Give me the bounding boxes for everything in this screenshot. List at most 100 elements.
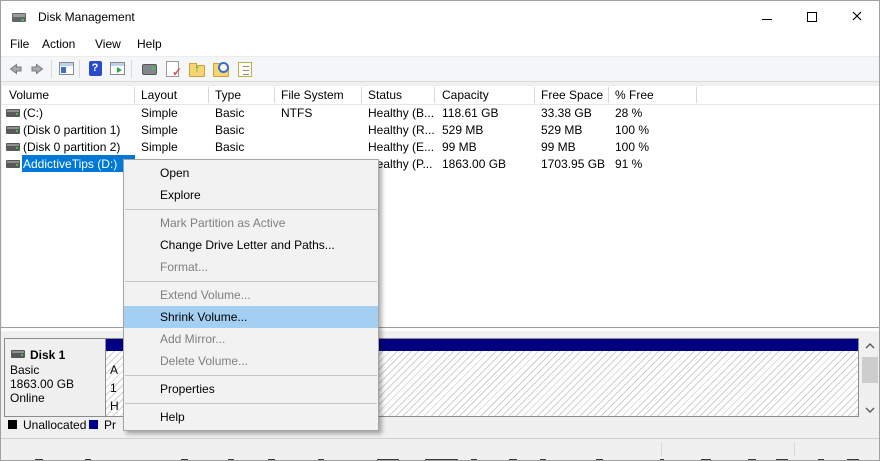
menu-item-mark-partition-as-active: Mark Partition as Active [124,212,378,234]
menu-item-extend-volume: Extend Volume... [124,284,378,306]
menu-separator [124,278,378,284]
menu-separator [124,372,378,378]
list-header: Volume Layout Type File System Status Capacit… [2,86,879,105]
menu-item-delete-volume: Delete Volume... [124,350,378,372]
volume-row[interactable]: (Disk 0 partition 1)SimpleBasicHealthy (… [2,121,879,138]
menu-item-help[interactable]: Help [124,406,378,428]
task-list-icon[interactable] [236,60,254,78]
action-pane-icon[interactable] [109,60,127,78]
disk-drive-icon [11,9,27,25]
cell-volume: (C:) [23,106,43,120]
scroll-up-button[interactable] [862,338,878,354]
header-separator [434,87,435,103]
vertical-scrollbar[interactable] [862,338,878,418]
menu-item-change-drive-letter-and-paths[interactable]: Change Drive Letter and Paths... [124,234,378,256]
forward-icon[interactable] [29,60,47,78]
disk-icon [11,350,25,358]
cell-volume: AddictiveTips (D:) [23,157,117,171]
console-tree-icon[interactable] [58,60,76,78]
legend-label-unallocated: Unallocated [23,418,86,432]
menu-help[interactable]: Help [137,37,162,51]
menu-item-open[interactable]: Open [124,162,378,184]
cell-volume: (Disk 0 partition 1) [23,123,120,137]
volume-disk-icon [6,109,20,117]
column-header-volume[interactable]: Volume [9,88,49,102]
close-button[interactable] [834,1,879,32]
disk-name: Disk 1 [30,348,65,362]
volume-disk-icon [6,160,20,168]
cell-pct-free: 28 % [615,106,642,120]
volume-row[interactable]: (C:)SimpleBasicNTFSHealthy (B...118.61 G… [2,104,879,121]
toolbar: ? ✓ ↑ [1,56,879,82]
scroll-thumb[interactable] [862,357,878,383]
menu-file[interactable]: File [10,37,29,51]
menu-action[interactable]: Action [42,37,75,51]
device-monitor-icon[interactable] [140,60,158,78]
maximize-button[interactable] [789,1,834,32]
minimize-button[interactable] [744,1,789,32]
cell-capacity: 529 MB [442,123,483,137]
header-separator [534,87,535,103]
menu-separator [124,206,378,212]
toolbar-separator [131,60,132,78]
check-document-icon[interactable]: ✓ [164,60,182,78]
disk-management-window: Disk Management FileActionViewHelp ?✓↑ V… [0,0,880,461]
menu-item-add-mirror: Add Mirror... [124,328,378,350]
legend-swatch-unallocated [8,420,17,429]
status-bar [1,438,879,459]
cell-pct-free: 100 % [615,140,649,154]
header-separator [208,87,209,103]
cell-layout: Simple [141,106,178,120]
volume-disk-icon [6,126,20,134]
cell-capacity: 118.61 GB [442,106,498,120]
cell-capacity: 99 MB [442,140,477,154]
cell-file-system: NTFS [281,106,312,120]
column-header-free-space[interactable]: Free Space [541,88,603,102]
legend-label-pr: Pr [104,418,116,432]
legend-swatch-pr [89,420,98,429]
maximize-icon [807,12,817,22]
disk-size: 1863.00 GB [10,377,74,391]
cell-free-space: 529 MB [541,123,582,137]
cell-free-space: 1703.95 GB [541,157,605,171]
volume-disk-icon [6,143,20,151]
cell-type: Basic [215,123,244,137]
cell-layout: Simple [141,140,178,154]
toolbar-separator [51,60,52,78]
cell-pct-free: 100 % [615,123,649,137]
cell-free-space: 99 MB [541,140,576,154]
partition-label-line: H [110,399,119,413]
volume-row[interactable]: (Disk 0 partition 2)SimpleBasicHealthy (… [2,138,879,155]
disk-info-panel[interactable]: Disk 1 Basic 1863.00 GB Online [5,339,106,416]
folder-up-icon[interactable]: ↑ [188,60,206,78]
help-icon[interactable]: ? [86,60,104,78]
column-header-type[interactable]: Type [215,88,241,102]
menu-item-properties[interactable]: Properties [124,378,378,400]
toolbar-separator [79,60,80,78]
header-separator [361,87,362,103]
cell-capacity: 1863.00 GB [442,157,506,171]
partition-label-line: A [110,363,118,377]
cell-free-space: 33.38 GB [541,106,592,120]
column-header-layout[interactable]: Layout [141,88,177,102]
header-separator [608,87,609,103]
header-separator [696,87,697,103]
cell-status: Healthy (E... [368,140,434,154]
folder-search-icon[interactable] [212,60,230,78]
column-header-status[interactable]: Status [368,88,402,102]
disk-status: Online [10,391,45,405]
menu-view[interactable]: View [95,37,121,51]
menu-bar: File Action View Help [1,32,879,56]
cell-type: Basic [215,106,244,120]
cell-type: Basic [215,140,244,154]
context-menu: OpenExplore Mark Partition as ActiveChang… [123,159,379,431]
cell-status: Healthy (R... [368,123,435,137]
close-icon [852,9,862,24]
menu-item-shrink-volume[interactable]: Shrink Volume... [124,306,378,328]
menu-separator [124,400,378,406]
column-header-capacity[interactable]: Capacity [442,88,489,102]
menu-item-explore[interactable]: Explore [124,184,378,206]
back-icon[interactable] [6,60,24,78]
column-header-file-system[interactable]: File System [281,88,344,102]
column-header-free[interactable]: % Free [615,88,654,102]
